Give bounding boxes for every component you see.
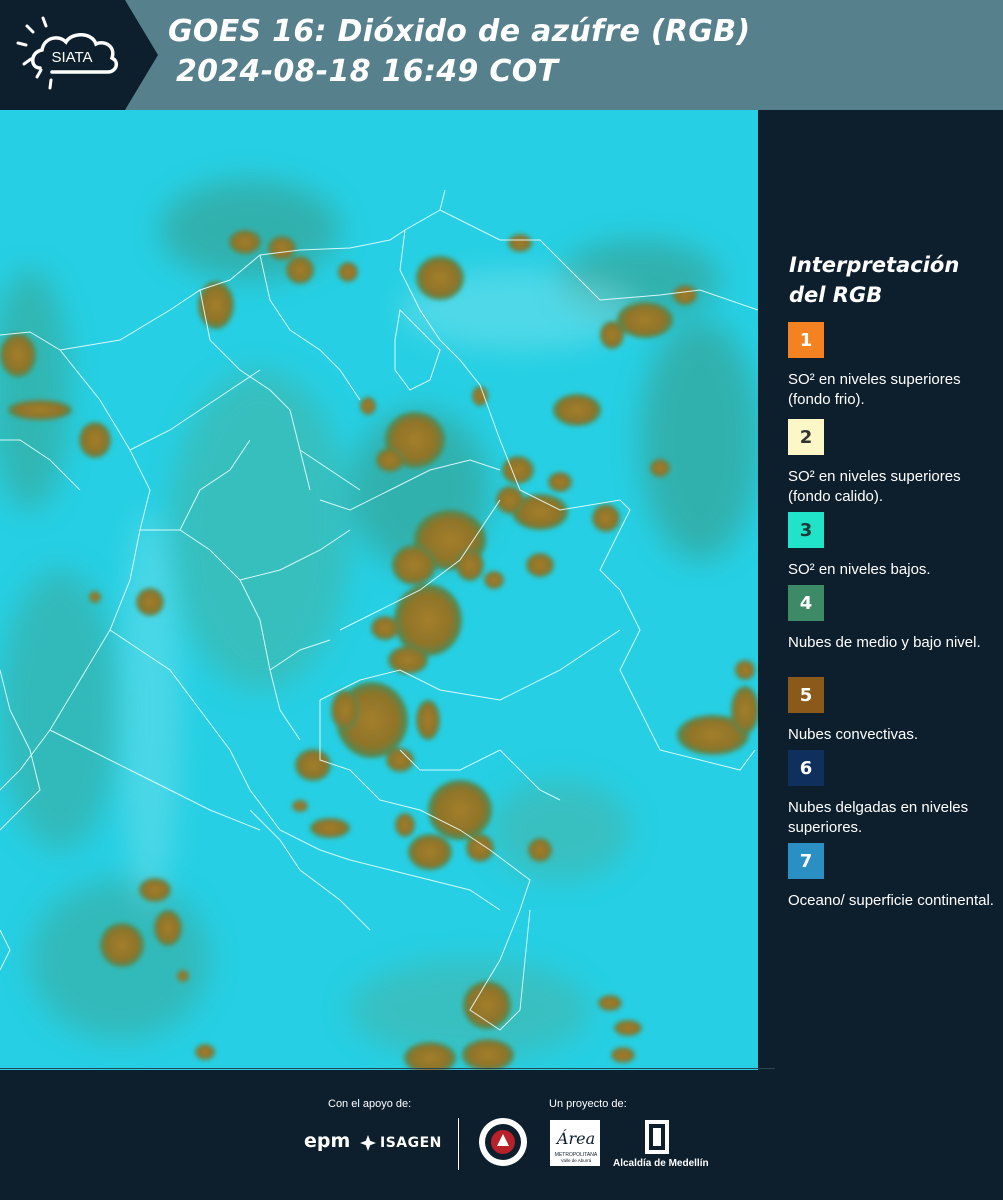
legend-swatch-7: 7 <box>788 843 824 879</box>
legend-label-4: Nubes de medio y bajo nivel. <box>788 634 981 651</box>
medellin-seal-icon <box>479 1118 527 1166</box>
legend-item-6: 6 Nubes delgadas en niveles superiores. <box>788 750 998 838</box>
alcaldia-shield-icon <box>645 1120 669 1154</box>
legend-label-7: Oceano/ superficie continental. <box>788 892 994 909</box>
legend-label-6: Nubes delgadas en niveles superiores. <box>788 799 969 836</box>
area-logo-text: Área <box>555 1128 595 1148</box>
legend-label-3: SO² en niveles bajos. <box>788 561 931 578</box>
isagen-label: ISAGEN <box>380 1135 442 1151</box>
legend-item-1: 1 SO² en niveles superiores (fondo frio)… <box>788 322 998 410</box>
satellite-map <box>0 110 758 1070</box>
siata-logo-text: SIATA <box>51 49 92 66</box>
project-label: Un proyecto de: <box>549 1098 627 1110</box>
valle-label: Valle de Aburrá <box>561 1158 592 1163</box>
footer-divider <box>458 1118 459 1170</box>
header-bar: SIATA GOES 16: Dióxido de azúfre (RGB) 2… <box>0 0 1003 110</box>
legend-swatch-4: 4 <box>788 585 824 621</box>
alcaldia-label: Alcaldía de Medellín <box>613 1158 709 1169</box>
timestamp: 2024-08-18 16:49 COT <box>176 54 559 89</box>
legend-item-5: 5 Nubes convectivas. <box>788 677 998 745</box>
legend-item-4: 4 Nubes de medio y bajo nivel. <box>788 585 998 653</box>
footer-divider-line <box>0 1068 775 1069</box>
legend-panel: Interpretación del RGB 1 SO² en niveles … <box>758 110 1003 1070</box>
legend-swatch-1: 1 <box>788 322 824 358</box>
legend-swatch-5: 5 <box>788 677 824 713</box>
epm-logo: epm <box>304 1130 351 1152</box>
legend-item-7: 7 Oceano/ superficie continental. <box>788 843 998 911</box>
legend-label-1: SO² en niveles superiores (fondo frio). <box>788 371 961 408</box>
isagen-logo: ISAGEN <box>360 1132 442 1154</box>
siata-logo-panel: SIATA <box>0 0 160 110</box>
legend-item-3: 3 SO² en niveles bajos. <box>788 512 998 580</box>
legend-swatch-2: 2 <box>788 419 824 455</box>
satellite-rgb-image <box>0 110 758 1070</box>
footer: Con el apoyo de: Un proyecto de: epm ISA… <box>0 1070 1003 1200</box>
support-label: Con el apoyo de: <box>328 1098 412 1110</box>
legend-label-2: SO² en niveles superiores (fondo calido)… <box>788 468 961 505</box>
legend-label-5: Nubes convectivas. <box>788 726 919 743</box>
legend-swatch-6: 6 <box>788 750 824 786</box>
siata-logo-icon: SIATA <box>0 0 158 110</box>
isagen-mark-icon <box>360 1135 376 1151</box>
legend-item-2: 2 SO² en niveles superiores (fondo calid… <box>788 419 998 507</box>
page-title: GOES 16: Dióxido de azúfre (RGB) <box>168 14 751 49</box>
legend-title: Interpretación del RGB <box>789 253 960 307</box>
area-metropolitana-logo: Área METROPOLITANA Valle de Aburrá <box>550 1120 600 1166</box>
legend-swatch-3: 3 <box>788 512 824 548</box>
